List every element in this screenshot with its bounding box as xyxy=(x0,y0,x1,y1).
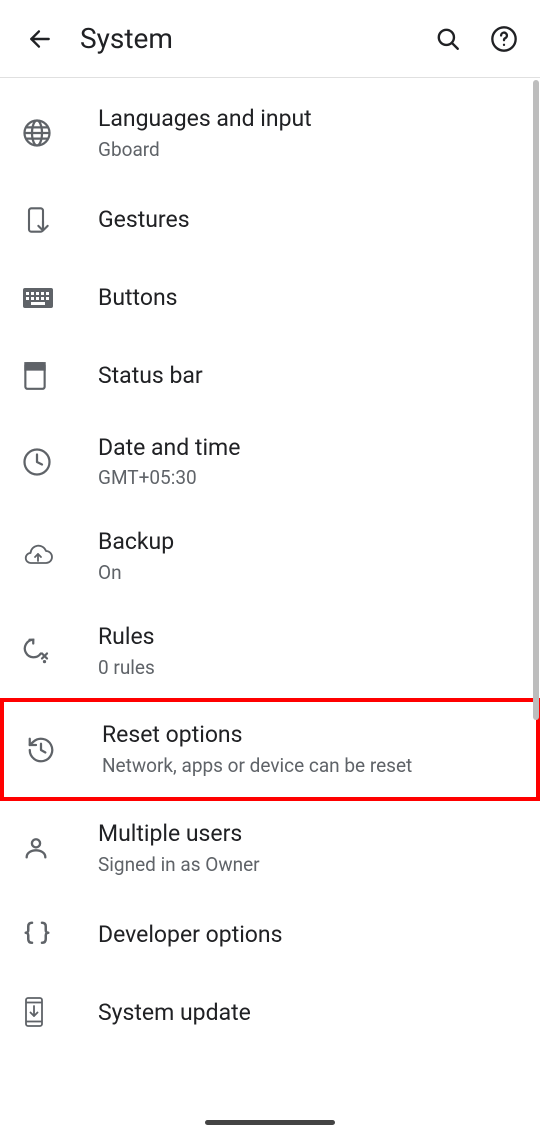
item-subtitle: On xyxy=(98,561,520,586)
item-title: Status bar xyxy=(98,361,520,391)
page-title: System xyxy=(80,22,428,55)
nav-home-indicator[interactable] xyxy=(205,1120,335,1125)
scrollbar-thumb[interactable] xyxy=(533,80,539,720)
arrow-back-icon xyxy=(27,26,53,52)
item-status-bar[interactable]: Status bar xyxy=(0,337,540,415)
help-button[interactable] xyxy=(484,19,524,59)
item-developer-options[interactable]: Developer options xyxy=(0,895,540,973)
system-update-icon xyxy=(22,996,46,1028)
app-header: System xyxy=(0,0,540,78)
item-system-update[interactable]: System update xyxy=(0,973,540,1051)
keyboard-icon xyxy=(22,287,54,309)
item-title: Reset options xyxy=(102,720,516,750)
item-title: System update xyxy=(98,998,520,1028)
item-languages-input[interactable]: Languages and input Gboard xyxy=(0,86,540,181)
header-actions xyxy=(428,19,524,59)
item-subtitle: Network, apps or device can be reset xyxy=(102,754,516,779)
item-backup[interactable]: Backup On xyxy=(0,509,540,604)
settings-list: Languages and input Gboard Gestures B xyxy=(0,78,540,1051)
clock-icon xyxy=(22,447,52,477)
help-icon xyxy=(490,25,518,53)
back-button[interactable] xyxy=(16,15,64,63)
item-title: Date and time xyxy=(98,433,520,463)
item-title: Rules xyxy=(98,622,520,652)
search-button[interactable] xyxy=(428,19,468,59)
scrollbar[interactable] xyxy=(533,80,539,1080)
globe-icon xyxy=(22,118,52,148)
item-multiple-users[interactable]: Multiple users Signed in as Owner xyxy=(0,801,540,896)
item-title: Developer options xyxy=(98,920,520,950)
cloud-upload-icon xyxy=(22,544,54,568)
item-subtitle: Gboard xyxy=(98,138,520,163)
item-title: Backup xyxy=(98,527,520,557)
item-rules[interactable]: Rules 0 rules xyxy=(0,604,540,699)
braces-icon xyxy=(22,919,52,949)
restore-icon xyxy=(26,735,56,765)
gestures-icon xyxy=(22,206,50,234)
item-title: Languages and input xyxy=(98,104,520,134)
item-title: Gestures xyxy=(98,205,520,235)
item-gestures[interactable]: Gestures xyxy=(0,181,540,259)
item-subtitle: GMT+05:30 xyxy=(98,466,520,491)
item-title: Buttons xyxy=(98,283,520,313)
item-buttons[interactable]: Buttons xyxy=(0,259,540,337)
item-reset-options[interactable]: Reset options Network, apps or device ca… xyxy=(0,698,540,801)
person-icon xyxy=(22,834,50,862)
item-date-time[interactable]: Date and time GMT+05:30 xyxy=(0,415,540,510)
search-icon xyxy=(435,26,461,52)
rules-icon xyxy=(22,636,52,666)
item-title: Multiple users xyxy=(98,819,520,849)
item-subtitle: 0 rules xyxy=(98,656,520,681)
status-bar-icon xyxy=(22,361,48,391)
item-subtitle: Signed in as Owner xyxy=(98,853,520,878)
